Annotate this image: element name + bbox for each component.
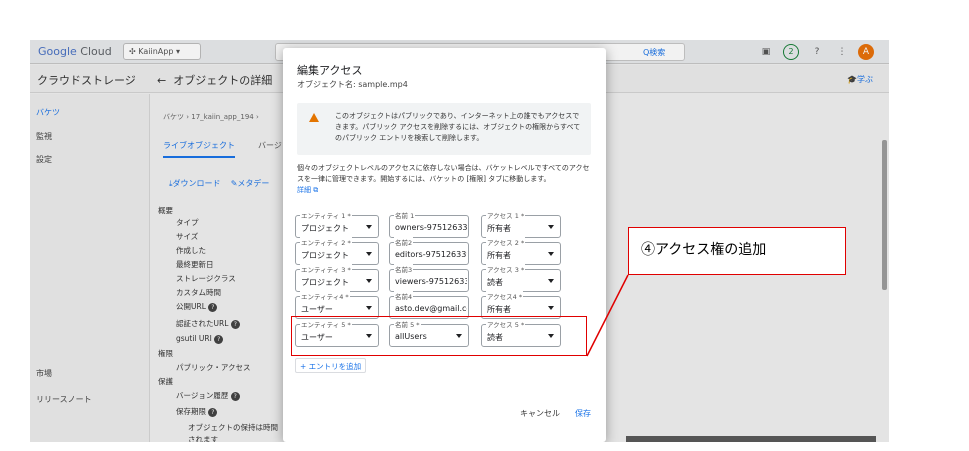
annotation-callout: ④アクセス権の追加 — [628, 227, 846, 275]
callout-text: ④アクセス権の追加 — [641, 242, 767, 258]
callout-connector — [586, 274, 629, 357]
